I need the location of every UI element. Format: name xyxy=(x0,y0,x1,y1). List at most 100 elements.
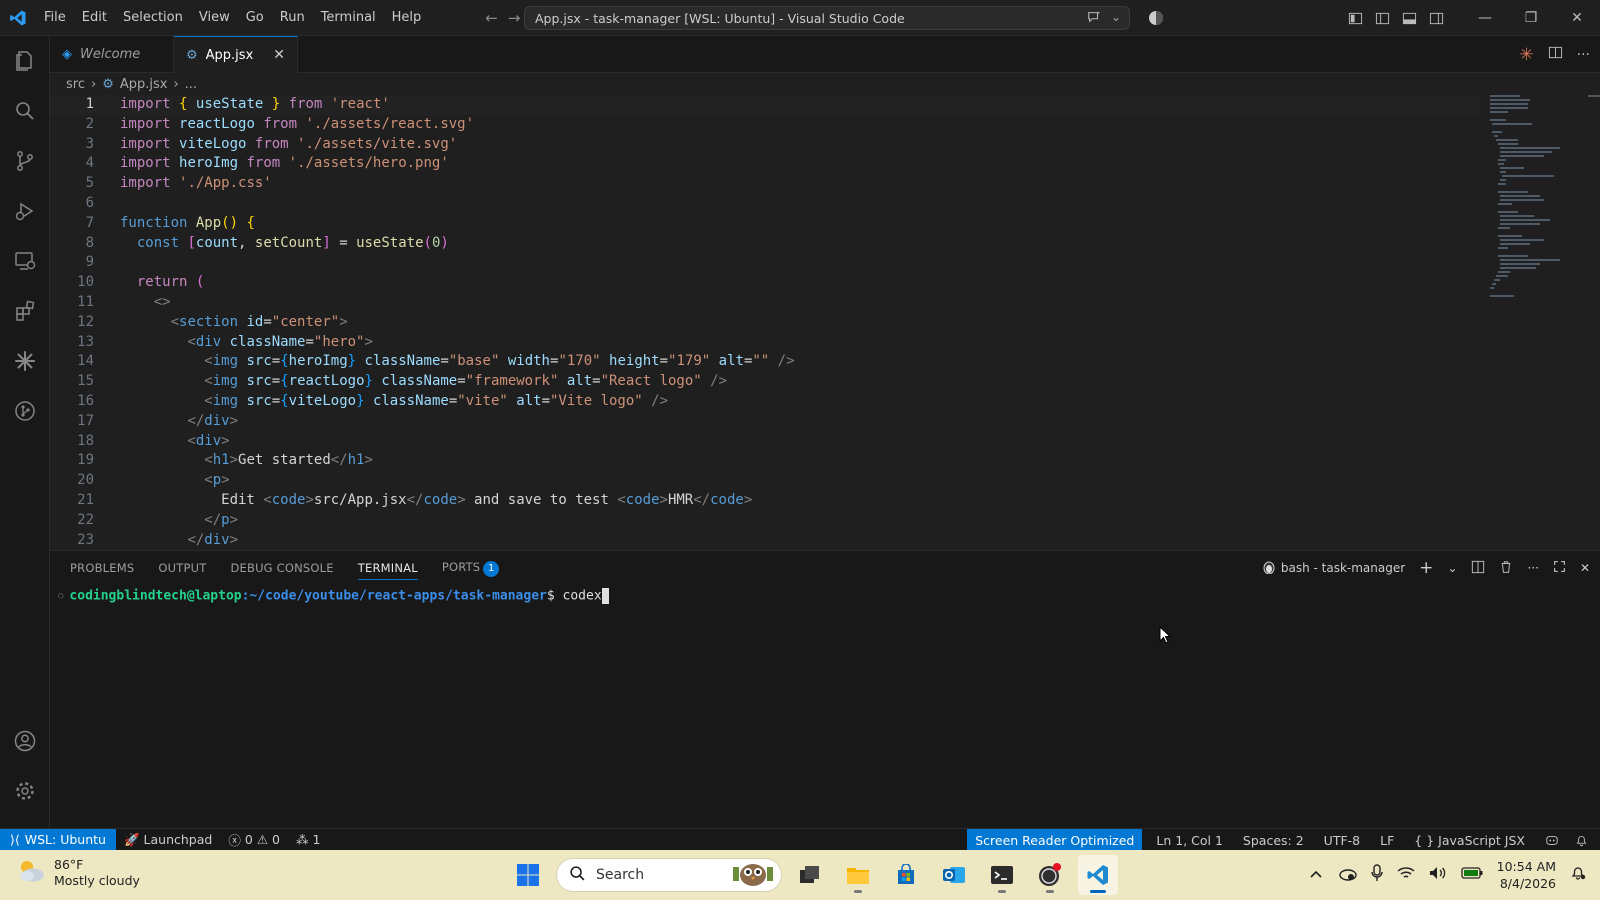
chevron-down-icon[interactable]: ⌄ xyxy=(1111,10,1121,27)
extensions-icon[interactable] xyxy=(0,286,50,336)
menu-edit[interactable]: Edit xyxy=(74,0,115,36)
code-text: import viteLogo from './assets/vite.svg' xyxy=(120,135,458,152)
code-editor[interactable]: 1 import { useState } from 'react' 2 impor… xyxy=(50,95,1600,550)
close-window-icon[interactable]: ✕ xyxy=(1554,0,1600,36)
trash-icon[interactable] xyxy=(1499,560,1513,577)
task-view-button[interactable] xyxy=(790,855,830,895)
cursor-position[interactable]: Ln 1, Col 1 xyxy=(1142,833,1231,848)
line-number: 15 xyxy=(77,373,94,390)
chevron-down-icon[interactable]: ⌄ xyxy=(1447,561,1457,575)
maximize-panel-icon[interactable] xyxy=(1553,560,1566,576)
menu-go[interactable]: Go xyxy=(238,0,272,36)
explorer-icon[interactable] xyxy=(0,36,50,86)
toggle-sidebar-icon[interactable] xyxy=(1369,0,1396,36)
show-hidden-icons-icon[interactable] xyxy=(1309,868,1323,883)
weather-widget[interactable]: 86°F Mostly cloudy xyxy=(16,857,140,889)
problems-indicator[interactable]: ⓧ 0 ⚠ 0 xyxy=(220,830,288,849)
minimize-icon[interactable]: — xyxy=(1462,0,1508,36)
indentation[interactable]: Spaces: 2 xyxy=(1231,833,1312,848)
customize-layout-icon[interactable] xyxy=(1342,0,1369,36)
code-line: 17 </div> xyxy=(50,412,1480,432)
volume-icon[interactable] xyxy=(1429,866,1447,884)
command-center[interactable]: App.jsx - task-manager [WSL: Ubuntu] - V… xyxy=(524,6,1130,30)
copilot-status-icon[interactable] xyxy=(1533,833,1567,847)
toggle-secondary-sidebar-icon[interactable] xyxy=(1423,0,1450,36)
tab-problems[interactable]: PROBLEMS xyxy=(70,561,134,575)
tab-app-jsx[interactable]: ⚙ App.jsx ✕ xyxy=(174,36,298,73)
scrollbar-marker xyxy=(1588,95,1600,97)
terminal-prompt-line[interactable]: ○ codingblindtech@laptop:~/code/youtube/… xyxy=(58,588,609,604)
menu-view[interactable]: View xyxy=(191,0,238,36)
split-terminal-icon[interactable] xyxy=(1471,560,1485,577)
ports-indicator[interactable]: ⁂ 1 xyxy=(288,832,328,847)
more-actions-icon[interactable]: ··· xyxy=(1577,47,1590,63)
toggle-panel-icon[interactable] xyxy=(1396,0,1423,36)
vscode-logo-icon xyxy=(0,0,36,36)
settings-gear-icon[interactable] xyxy=(0,766,50,816)
notification-center-icon[interactable] xyxy=(1570,865,1586,885)
claude-spark-icon[interactable]: ✳ xyxy=(1519,45,1533,65)
forward-arrow-icon[interactable]: → xyxy=(508,9,521,27)
close-panel-icon[interactable]: ✕ xyxy=(1580,561,1590,575)
more-actions-icon[interactable]: ··· xyxy=(1527,561,1538,575)
code-line: 8 const [count, setCount] = useState(0) xyxy=(50,234,1480,254)
split-editor-icon[interactable] xyxy=(1548,45,1563,64)
menu-help[interactable]: Help xyxy=(384,0,430,36)
source-control-icon[interactable] xyxy=(0,136,50,186)
account-icon[interactable] xyxy=(0,716,50,766)
code-line: 14 <img src={heroImg} className="base" w… xyxy=(50,352,1480,372)
remote-indicator[interactable]: ⟩⟨ WSL: Ubuntu xyxy=(0,828,116,851)
clock[interactable]: 10:54 AM 8/4/2026 xyxy=(1497,858,1556,892)
code-line: 9 xyxy=(50,253,1480,273)
tab-welcome[interactable]: ◈ Welcome xyxy=(50,36,174,73)
outlook-app[interactable] xyxy=(934,855,974,895)
new-terminal-icon[interactable]: + xyxy=(1419,558,1433,578)
tab-output[interactable]: OUTPUT xyxy=(158,561,206,575)
battery-icon[interactable] xyxy=(1461,867,1483,883)
code-text: </div> xyxy=(187,412,239,429)
menu-file[interactable]: File xyxy=(36,0,74,36)
copilot-icon[interactable] xyxy=(1148,10,1164,30)
remote-explorer-icon[interactable] xyxy=(0,236,50,286)
minimap[interactable] xyxy=(1490,95,1562,305)
breadcrumb-more[interactable]: ... xyxy=(185,77,197,92)
screen-reader-mode[interactable]: Screen Reader Optimized xyxy=(967,829,1143,851)
title-bar: File Edit Selection View Go Run Terminal… xyxy=(0,0,1600,36)
launchpad-button[interactable]: 🚀 Launchpad xyxy=(116,832,220,848)
navigation-arrows: ← → xyxy=(485,9,520,27)
git-graph-icon[interactable] xyxy=(0,386,50,436)
code-text: <div className="hero"> xyxy=(187,333,373,350)
restore-icon[interactable]: ❐ xyxy=(1508,0,1554,36)
tab-terminal[interactable]: TERMINAL xyxy=(357,561,418,580)
breadcrumb-folder[interactable]: src xyxy=(66,77,85,92)
search-icon[interactable] xyxy=(0,86,50,136)
microphone-icon[interactable] xyxy=(1370,864,1383,886)
wifi-icon[interactable] xyxy=(1397,866,1415,884)
tab-ports[interactable]: PORTS 1 xyxy=(442,560,500,577)
language-mode[interactable]: { } JavaScript JSX xyxy=(1402,833,1533,848)
code-line: 4 import heroImg from './assets/hero.png' xyxy=(50,154,1480,174)
claude-spark-icon[interactable] xyxy=(0,336,50,386)
encoding[interactable]: UTF-8 xyxy=(1312,833,1368,848)
broadcast-icon: ⁂ xyxy=(295,832,309,847)
menu-selection[interactable]: Selection xyxy=(115,0,191,36)
taskbar-search[interactable]: Search xyxy=(556,858,782,892)
tab-debug-console[interactable]: DEBUG CONSOLE xyxy=(230,561,333,575)
menu-terminal[interactable]: Terminal xyxy=(313,0,384,36)
vscode-app[interactable] xyxy=(1078,855,1118,895)
start-button[interactable] xyxy=(508,855,548,895)
breadcrumb-file[interactable]: App.jsx xyxy=(120,77,168,92)
terminal-app[interactable] xyxy=(982,855,1022,895)
terminal-selector[interactable]: bash - task-manager xyxy=(1263,560,1405,577)
back-arrow-icon[interactable]: ← xyxy=(485,9,498,27)
notifications-bell-icon[interactable] xyxy=(1567,833,1600,847)
onedrive-icon[interactable] xyxy=(1337,865,1357,885)
microsoft-store-app[interactable] xyxy=(886,855,926,895)
menu-run[interactable]: Run xyxy=(272,0,313,36)
obs-studio-app[interactable] xyxy=(1030,855,1070,895)
close-tab-icon[interactable]: ✕ xyxy=(273,47,285,63)
end-of-line[interactable]: LF xyxy=(1368,833,1402,848)
chat-icon[interactable] xyxy=(1087,10,1101,27)
run-debug-icon[interactable] xyxy=(0,186,50,236)
file-explorer-app[interactable] xyxy=(838,855,878,895)
